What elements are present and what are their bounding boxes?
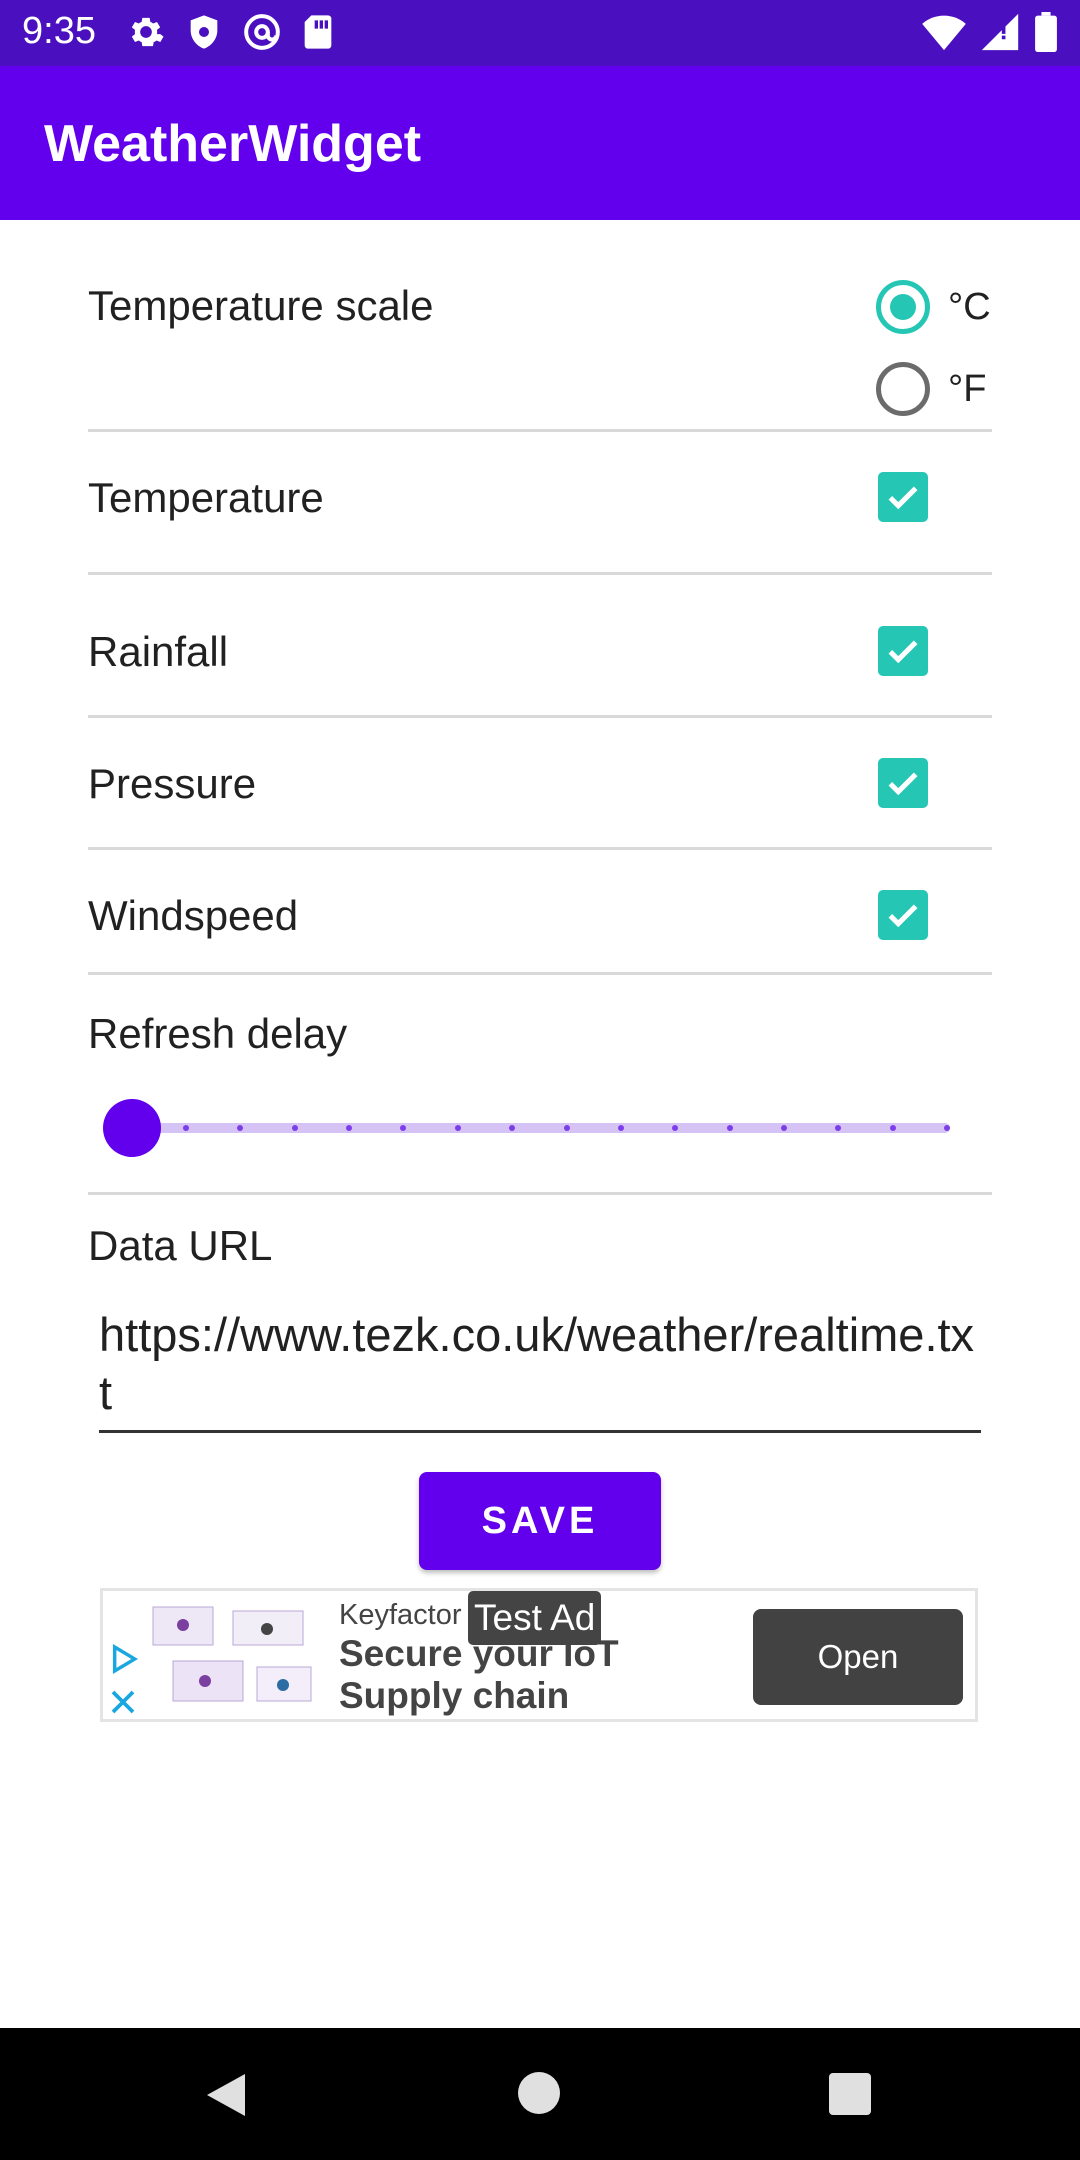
rainfall-label: Rainfall (88, 628, 229, 675)
shield-icon (184, 12, 224, 52)
ad-headline: Secure your IoT Supply chain (339, 1633, 619, 1716)
temperature-checkbox[interactable] (878, 472, 928, 522)
slider-tick (291, 1125, 298, 1131)
navigation-bar (0, 2028, 1080, 2160)
home-icon[interactable] (518, 2072, 560, 2114)
app-title: WeatherWidget (44, 115, 422, 173)
status-time: 9:35 (22, 10, 96, 52)
celsius-radio[interactable] (876, 280, 930, 334)
ad-banner[interactable]: Keyfactor Secure your IoT Supply chain T… (100, 1588, 978, 1722)
status-icons-left (126, 12, 336, 52)
status-icons-right (922, 12, 1058, 52)
slider-track[interactable] (132, 1123, 950, 1133)
divider (88, 572, 992, 575)
divider (88, 847, 992, 850)
slider-tick (726, 1125, 733, 1131)
divider (88, 715, 992, 718)
wifi-icon (922, 12, 966, 52)
slider-tick (944, 1125, 950, 1131)
slider-thumb[interactable] (103, 1099, 161, 1157)
slider-tick (183, 1125, 189, 1131)
refresh-delay-label: Refresh delay (88, 1010, 348, 1057)
settings-icon (126, 12, 166, 52)
data-url-input[interactable]: https://www.tezk.co.uk/weather/realtime.… (99, 1306, 979, 1422)
temperature-label: Temperature (88, 474, 324, 521)
save-button[interactable]: SAVE (419, 1472, 661, 1570)
ad-open-button[interactable]: Open (753, 1609, 963, 1705)
divider (88, 1192, 992, 1195)
slider-tick (780, 1125, 787, 1131)
celsius-label: °C (948, 286, 991, 328)
temperature-scale-label: Temperature scale (88, 282, 434, 329)
at-sign-icon (242, 12, 282, 52)
pressure-checkbox[interactable] (878, 758, 928, 808)
status-bar: 9:35 (0, 0, 1080, 66)
ad-advertiser: Keyfactor (339, 1599, 462, 1631)
ad-image (143, 1597, 323, 1717)
recents-icon[interactable] (829, 2073, 871, 2115)
slider-tick (563, 1125, 570, 1131)
app-bar: WeatherWidget (0, 66, 1080, 220)
slider-tick (889, 1125, 896, 1131)
back-icon[interactable] (205, 2072, 247, 2123)
divider (88, 972, 992, 975)
pressure-label: Pressure (88, 760, 257, 807)
fahrenheit-label: °F (948, 368, 987, 410)
windspeed-label: Windspeed (88, 892, 299, 939)
sd-card-icon (300, 12, 336, 52)
test-ad-label: Test Ad (468, 1591, 602, 1645)
data-url-underline (99, 1430, 981, 1433)
data-url-label: Data URL (88, 1222, 273, 1269)
ad-choices-icon[interactable] (108, 1643, 140, 1680)
slider-tick (617, 1125, 624, 1131)
fahrenheit-radio[interactable] (876, 362, 930, 416)
battery-icon (1034, 12, 1058, 52)
ad-close-icon[interactable] (108, 1687, 138, 1722)
slider-tick (454, 1125, 461, 1131)
rainfall-checkbox[interactable] (878, 626, 928, 676)
divider (88, 429, 992, 432)
windspeed-checkbox[interactable] (878, 890, 928, 940)
signal-icon (980, 12, 1020, 52)
